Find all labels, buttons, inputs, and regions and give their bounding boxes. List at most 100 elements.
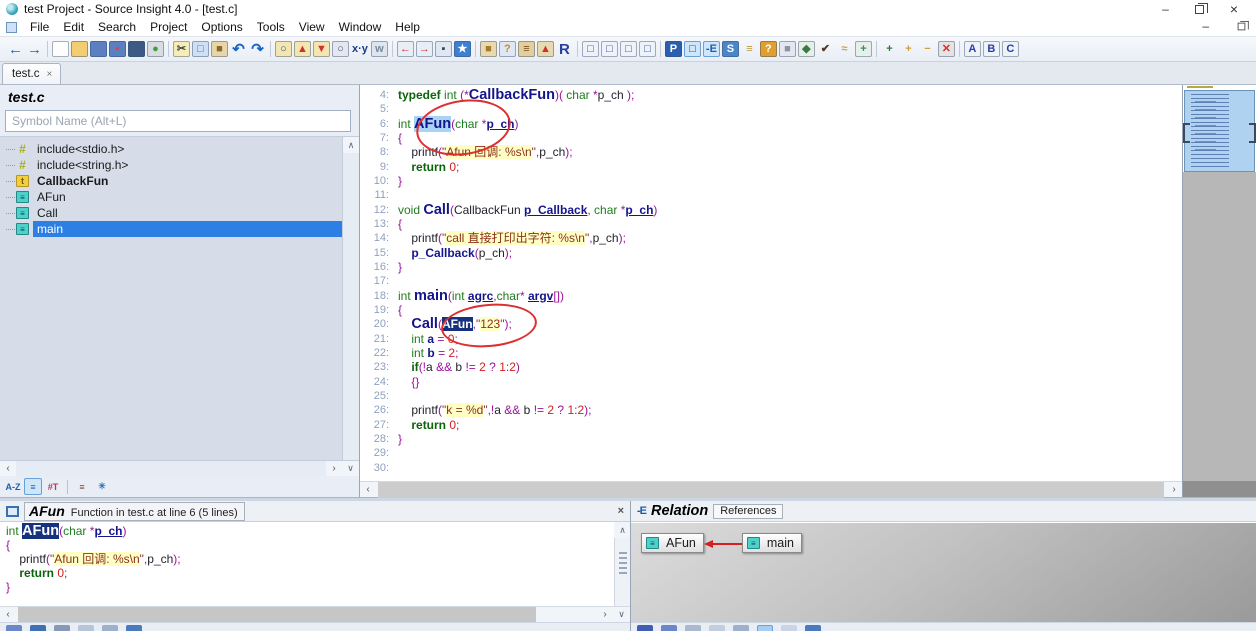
symbol-search-input[interactable] bbox=[5, 110, 351, 132]
goto-definition-icon[interactable]: ▲ bbox=[537, 41, 554, 57]
goto-symbol-icon[interactable]: ▪ bbox=[435, 41, 452, 57]
symbol-list-hscrollbar[interactable] bbox=[16, 461, 326, 477]
scroll-right-icon[interactable]: › bbox=[326, 463, 342, 474]
context-hscrollbar[interactable]: ‹ › ∨ bbox=[0, 606, 630, 622]
package-icon[interactable]: ◆ bbox=[798, 41, 815, 57]
minimize-button[interactable]: – bbox=[1162, 3, 1169, 15]
search-project-icon[interactable]: ○ bbox=[332, 41, 349, 57]
scroll-right-icon[interactable]: › bbox=[597, 609, 613, 620]
sync-files-icon[interactable]: ≈ bbox=[836, 41, 853, 57]
symbol-window-icon[interactable]: S bbox=[722, 41, 739, 57]
browse-docs-icon[interactable]: ≡ bbox=[73, 478, 91, 495]
context-vscrollbar[interactable]: ∧ bbox=[614, 522, 630, 606]
search-web-icon[interactable]: w bbox=[371, 41, 388, 57]
scroll-up-icon[interactable]: ∧ bbox=[614, 522, 630, 538]
scroll-left-icon[interactable]: ‹ bbox=[0, 609, 16, 620]
restore-button[interactable] bbox=[1195, 5, 1204, 14]
mdi-restore-button[interactable] bbox=[1238, 22, 1246, 30]
menu-edit[interactable]: Edit bbox=[56, 19, 91, 35]
redo-icon[interactable]: ↷ bbox=[249, 41, 266, 57]
symbol-info-icon[interactable]: ? bbox=[499, 41, 516, 57]
relation-window-icon[interactable]: -E bbox=[703, 41, 720, 57]
symbol-item-call[interactable]: ≡Call bbox=[6, 205, 342, 221]
search-files-icon[interactable]: ○ bbox=[275, 41, 292, 57]
jump-forward-icon[interactable]: → bbox=[416, 41, 433, 57]
relation-node-main[interactable]: ≡ main bbox=[742, 533, 802, 553]
context-window-icon[interactable]: □ bbox=[684, 41, 701, 57]
window-split-vertical-icon[interactable]: □ bbox=[601, 41, 618, 57]
window-grid-icon[interactable]: + bbox=[855, 41, 872, 57]
scroll-right-icon[interactable]: › bbox=[1166, 484, 1182, 495]
remove-indent-icon[interactable]: − bbox=[919, 41, 936, 57]
menu-options[interactable]: Options bbox=[194, 19, 249, 35]
scroll-up-icon[interactable]: ∧ bbox=[343, 137, 360, 153]
save-file-icon[interactable] bbox=[90, 41, 107, 57]
context-hscroll-thumb[interactable] bbox=[18, 607, 536, 623]
browse-files-icon[interactable]: ≡ bbox=[518, 41, 535, 57]
search-backward-icon[interactable]: ▼ bbox=[313, 41, 330, 57]
tab-close-icon[interactable]: × bbox=[46, 69, 52, 80]
symbol-item-include-string-h-[interactable]: #include<string.h> bbox=[6, 157, 342, 173]
editor-hscrollbar[interactable]: ‹ › bbox=[360, 481, 1182, 497]
properties-icon[interactable]: P bbox=[665, 41, 682, 57]
search-forward-icon[interactable]: ▲ bbox=[294, 41, 311, 57]
add-line-icon[interactable]: + bbox=[881, 41, 898, 57]
context-close-icon[interactable]: × bbox=[618, 505, 624, 517]
menu-file[interactable]: File bbox=[23, 19, 56, 35]
sort-by-line-icon[interactable]: ≡ bbox=[24, 478, 42, 495]
jump-backward-icon[interactable]: ← bbox=[397, 41, 414, 57]
save-all-icon[interactable] bbox=[128, 41, 145, 57]
minimap-viewport[interactable] bbox=[1184, 90, 1255, 172]
group-by-type-icon[interactable]: #T bbox=[44, 478, 62, 495]
menu-view[interactable]: View bbox=[292, 19, 332, 35]
bookmark-icon[interactable]: ★ bbox=[454, 41, 471, 57]
call-graph-icon[interactable]: ≡ bbox=[741, 41, 758, 57]
style-c-icon[interactable]: C bbox=[1002, 41, 1019, 57]
undo-icon[interactable]: ↶ bbox=[230, 41, 247, 57]
menu-tools[interactable]: Tools bbox=[250, 19, 292, 35]
hawk-icon[interactable]: ✔ bbox=[817, 41, 834, 57]
minimap-track[interactable] bbox=[1183, 172, 1256, 481]
save-file-as-icon[interactable]: ▪ bbox=[109, 41, 126, 57]
tab-test-c[interactable]: test.c × bbox=[2, 63, 61, 84]
symbol-item-callbackfun[interactable]: tCallbackFun bbox=[6, 173, 342, 189]
symbol-list-vscrollbar[interactable]: ∧ bbox=[342, 137, 359, 460]
open-folder-icon[interactable] bbox=[71, 41, 88, 57]
replace-icon[interactable]: x·y bbox=[351, 41, 369, 57]
symbol-options-gear-icon[interactable]: ✳ bbox=[93, 478, 111, 495]
style-b-icon[interactable]: B bbox=[983, 41, 1000, 57]
editor-hscroll-thumb[interactable] bbox=[378, 482, 1164, 498]
menu-search[interactable]: Search bbox=[91, 19, 143, 35]
add-indent-icon[interactable]: + bbox=[900, 41, 917, 57]
project-window-icon[interactable]: ■ bbox=[779, 41, 796, 57]
cut-icon[interactable]: ✂ bbox=[173, 41, 190, 57]
paste-icon[interactable]: ■ bbox=[211, 41, 228, 57]
window-tile-icon[interactable]: □ bbox=[639, 41, 656, 57]
print-icon[interactable]: ● bbox=[147, 41, 164, 57]
copy-icon[interactable]: □ bbox=[192, 41, 209, 57]
overview-minimap[interactable] bbox=[1182, 85, 1256, 497]
scroll-down-icon[interactable]: ∨ bbox=[342, 461, 359, 477]
forward-arrow-icon[interactable]: → bbox=[26, 41, 43, 57]
code-editor[interactable]: 4:typedef int (*CallbackFun)( char *p_ch… bbox=[360, 85, 1182, 481]
symbol-item-afun[interactable]: ≡AFun bbox=[6, 189, 342, 205]
clip-window-icon[interactable]: ? bbox=[760, 41, 777, 57]
scroll-down-icon[interactable]: ∨ bbox=[613, 607, 630, 623]
new-document-icon[interactable] bbox=[52, 41, 69, 57]
scroll-left-icon[interactable]: ‹ bbox=[360, 484, 376, 495]
mdi-minimize-button[interactable]: – bbox=[1202, 20, 1209, 32]
symbol-item-main[interactable]: ≡main bbox=[6, 221, 342, 237]
close-button[interactable]: × bbox=[1230, 3, 1238, 15]
back-arrow-icon[interactable]: ← bbox=[7, 41, 24, 57]
context-code-preview[interactable]: int AFun(char *p_ch){ printf("Afun 回调: %… bbox=[0, 522, 614, 606]
menu-window[interactable]: Window bbox=[332, 19, 389, 35]
delete-results-icon[interactable]: ✕ bbox=[938, 41, 955, 57]
symbol-list[interactable]: #include<stdio.h>#include<string.h>tCall… bbox=[0, 137, 342, 460]
relation-references-tab[interactable]: References bbox=[713, 504, 783, 519]
browse-project-symbols-icon[interactable]: ■ bbox=[480, 41, 497, 57]
style-a-icon[interactable]: A bbox=[964, 41, 981, 57]
play-macro-icon[interactable]: R bbox=[556, 41, 573, 57]
window-one-icon[interactable]: □ bbox=[620, 41, 637, 57]
symbol-item-include-stdio-h-[interactable]: #include<stdio.h> bbox=[6, 141, 342, 157]
scroll-left-icon[interactable]: ‹ bbox=[0, 463, 16, 474]
